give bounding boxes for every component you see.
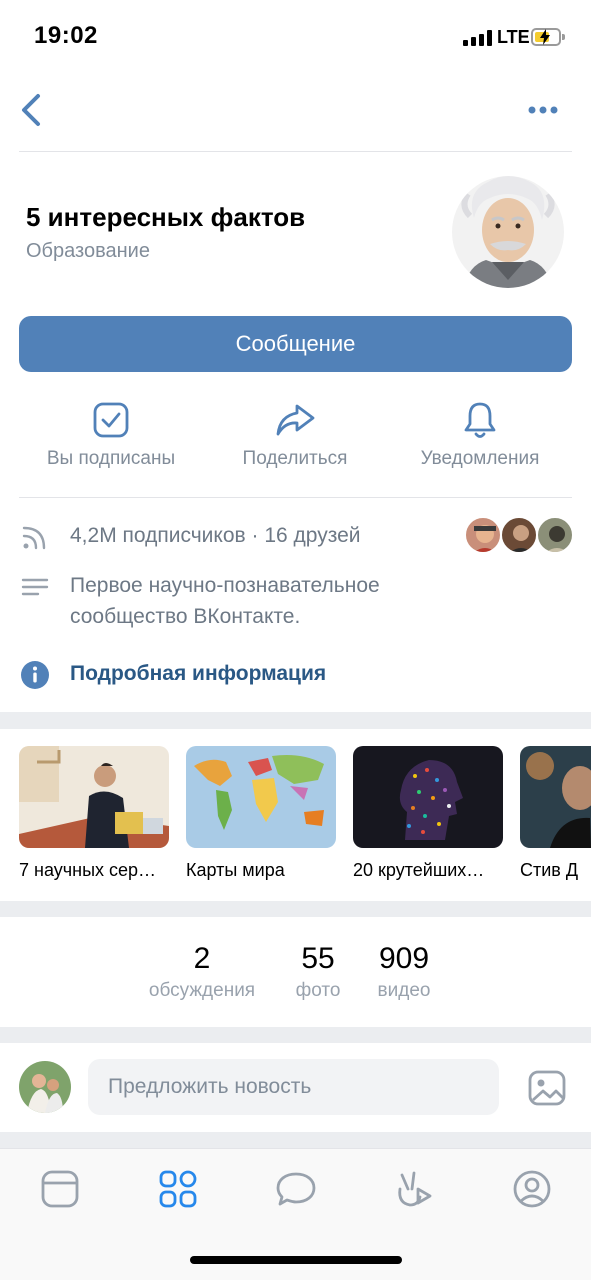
share-label: Поделиться (242, 448, 348, 469)
attach-photo-button[interactable] (525, 1066, 569, 1110)
friends-avatars[interactable] (464, 516, 574, 556)
top-navigation (0, 80, 591, 140)
signal-icon (463, 30, 493, 46)
message-button[interactable]: Сообщение (19, 316, 572, 372)
subscribers-text: 4,2M подписчиков · 16 друзей (70, 524, 361, 547)
counter-label: видео (377, 980, 431, 1001)
album-thumbnail (353, 746, 503, 848)
counter-label: фото (295, 980, 341, 1001)
image-icon (528, 1070, 566, 1106)
suggest-news-input[interactable] (88, 1059, 499, 1115)
battery-icon (531, 28, 565, 46)
subscribed-label: Вы подписаны (46, 448, 176, 469)
back-button[interactable] (14, 90, 54, 130)
album-item[interactable]: 20 крутейших… (353, 746, 503, 881)
album-caption: Карты мира (186, 860, 285, 880)
album-item[interactable]: Стив Д (520, 746, 591, 881)
news-feed-icon (41, 1170, 79, 1208)
tab-clips[interactable] (392, 1167, 436, 1211)
more-button[interactable] (524, 96, 564, 124)
tab-news[interactable] (38, 1167, 82, 1211)
check-square-icon (93, 402, 129, 438)
counter-label: обсуждения (148, 980, 256, 1001)
album-thumbnail (186, 746, 336, 848)
group-title: 5 интересных фактов (26, 202, 306, 232)
group-avatar[interactable] (452, 168, 564, 296)
group-category: Образование (26, 240, 150, 262)
subscribed-button[interactable]: Вы подписаны (26, 398, 196, 478)
album-caption: Стив Д (520, 860, 579, 880)
home-indicator[interactable] (190, 1256, 402, 1264)
tab-profile[interactable] (510, 1167, 554, 1211)
section-separator (0, 1132, 591, 1148)
discussions-counter[interactable]: 2 обсуждения (138, 942, 266, 1002)
notifications-label: Уведомления (420, 448, 540, 469)
album-item[interactable]: Карты мира (186, 746, 336, 881)
section-separator (0, 1027, 591, 1043)
counter-value: 909 (378, 942, 430, 975)
clips-icon (398, 1171, 432, 1207)
notifications-button[interactable]: Уведомления (395, 398, 565, 478)
user-avatar (19, 1061, 71, 1113)
album-thumbnail (520, 746, 591, 848)
info-icon (21, 661, 49, 689)
profile-icon (513, 1170, 551, 1208)
chevron-left-icon (22, 94, 40, 126)
section-separator (0, 901, 591, 917)
album-caption: 7 научных сер… (19, 860, 157, 880)
tab-services[interactable] (156, 1167, 200, 1211)
photos-counter[interactable]: 55 фото (284, 942, 352, 1002)
friend-avatar (500, 516, 538, 554)
section-separator (0, 712, 591, 729)
album-caption: 20 крутейших… (353, 860, 485, 880)
album-item[interactable]: 7 научных сер… (19, 746, 169, 881)
counter-value: 55 (301, 942, 335, 975)
description-line-2: сообщество ВКонтакте. (70, 605, 301, 628)
divider (19, 151, 572, 152)
bell-icon (464, 402, 496, 438)
videos-counter[interactable]: 909 видео (364, 942, 444, 1002)
status-bar: 19:02 LTE (0, 0, 591, 72)
rss-icon (22, 526, 46, 550)
more-info-link[interactable]: Подробная информация (70, 658, 326, 689)
friend-avatar (536, 516, 574, 554)
share-arrow-icon (276, 404, 315, 436)
text-lines-icon (21, 578, 49, 596)
share-button[interactable]: Поделиться (210, 398, 380, 478)
friend-avatar (464, 516, 502, 554)
divider (19, 497, 572, 498)
tab-messages[interactable] (274, 1167, 318, 1211)
status-time: 19:02 (34, 22, 98, 49)
network-label: LTE (497, 27, 530, 47)
album-thumbnail (19, 746, 169, 848)
more-dots-icon (528, 106, 558, 114)
description-line-1: Первое научно-познавательное (70, 574, 380, 597)
services-icon (159, 1170, 197, 1208)
counter-value: 2 (193, 942, 211, 975)
messages-icon (276, 1172, 316, 1206)
